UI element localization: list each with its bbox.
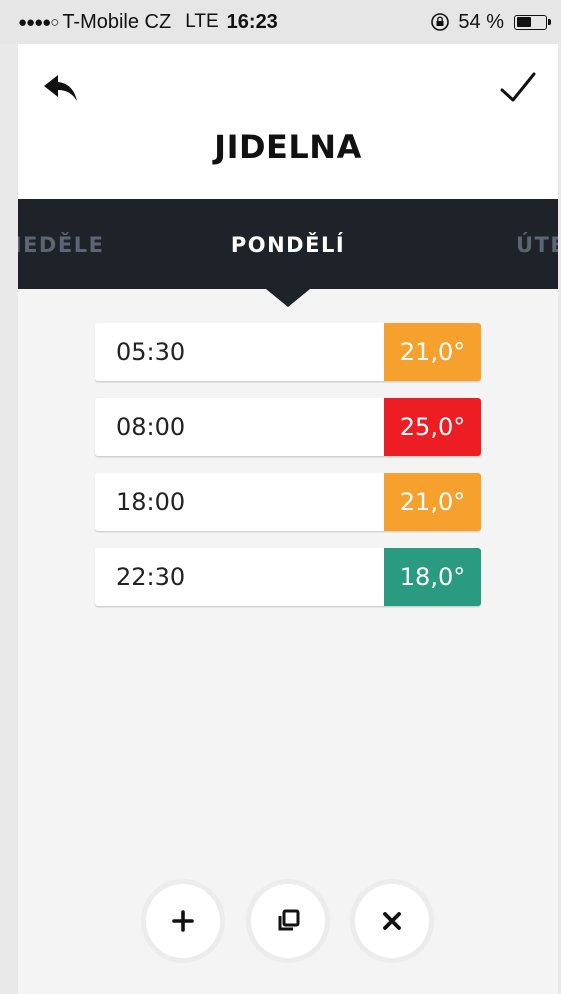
network-type: LTE bbox=[185, 11, 219, 32]
current-day-pointer bbox=[266, 289, 310, 307]
battery-icon bbox=[514, 14, 551, 30]
schedule-temperature: 21,0° bbox=[384, 473, 481, 531]
schedule-temperature: 18,0° bbox=[384, 548, 481, 606]
schedule-time: 08:00 bbox=[116, 413, 186, 441]
schedule-row[interactable]: 05:30 21,0° bbox=[95, 323, 481, 381]
schedule-row[interactable]: 18:00 21,0° bbox=[95, 473, 481, 531]
carrier-name: T-Mobile CZ bbox=[62, 10, 172, 33]
add-button[interactable] bbox=[146, 884, 220, 958]
schedule-list: 05:30 21,0° 08:00 25,0° 18:00 21,0° 22:3… bbox=[95, 323, 481, 623]
clock: 16:23 bbox=[226, 10, 278, 33]
day-current: PONDĚLÍ bbox=[230, 233, 346, 257]
schedule-temperature: 21,0° bbox=[384, 323, 481, 381]
day-selector[interactable]: NEDĚLE PONDĚLÍ ÚTERÝ bbox=[18, 199, 558, 289]
checkmark-icon[interactable] bbox=[498, 68, 538, 108]
schedule-time: 18:00 bbox=[116, 488, 186, 516]
day-next[interactable]: ÚTERÝ bbox=[516, 233, 558, 257]
copy-icon bbox=[278, 909, 300, 931]
status-bar: ●●●●○ T-Mobile CZ LTE 16:23 54 % bbox=[0, 0, 561, 44]
delete-button[interactable] bbox=[355, 884, 429, 958]
battery-fill bbox=[516, 17, 531, 27]
rotation-lock-icon bbox=[431, 13, 450, 31]
copy-button[interactable] bbox=[251, 884, 325, 958]
plus-icon bbox=[172, 910, 194, 932]
close-icon bbox=[383, 912, 401, 930]
status-right: 54 % bbox=[430, 10, 551, 34]
app-screen: JIDELNA NEDĚLE PONDĚLÍ ÚTERÝ 05:30 21,0°… bbox=[18, 44, 558, 994]
schedule-row[interactable]: 08:00 25,0° bbox=[95, 398, 481, 456]
signal-strength: ●●●●○ bbox=[18, 13, 59, 31]
header: JIDELNA bbox=[18, 44, 558, 199]
battery-percent: 54 % bbox=[458, 10, 504, 33]
schedule-time: 05:30 bbox=[116, 338, 186, 366]
reply-arrow-icon[interactable] bbox=[42, 72, 80, 106]
schedule-row[interactable]: 22:30 18,0° bbox=[95, 548, 481, 606]
schedule-temperature: 25,0° bbox=[384, 398, 481, 456]
schedule-time: 22:30 bbox=[116, 563, 186, 591]
page-title: JIDELNA bbox=[214, 128, 362, 166]
